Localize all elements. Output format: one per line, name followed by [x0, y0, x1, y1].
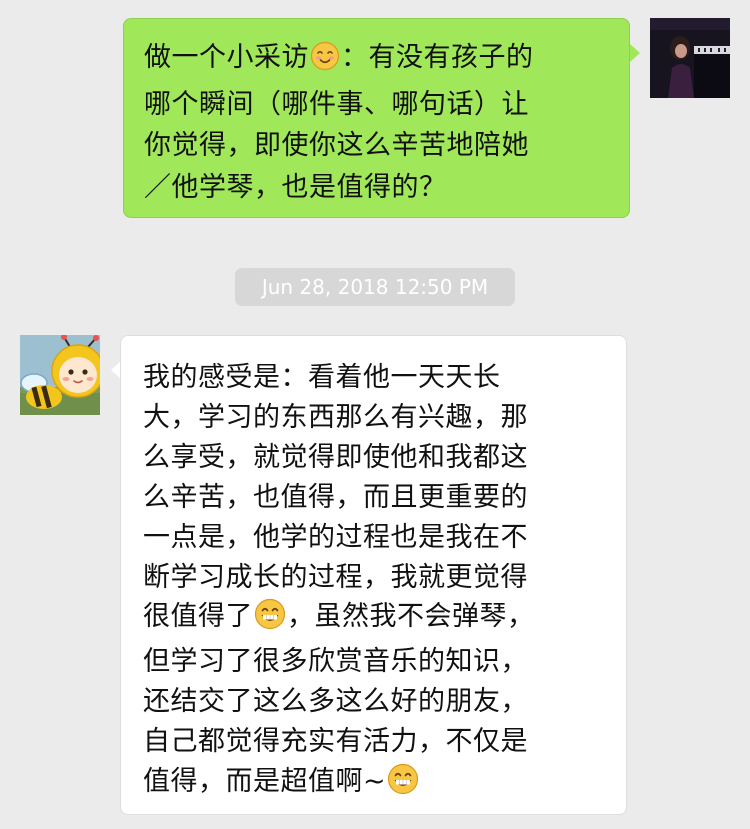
message-line: 但学习了很多欣赏音乐的知识， — [143, 646, 528, 678]
grin-emoji-icon — [387, 763, 419, 807]
grin-emoji-icon — [254, 598, 286, 642]
contact-avatar[interactable] — [20, 335, 100, 415]
message-line: 断学习成长的过程，我就更觉得 — [143, 561, 528, 593]
outgoing-bubble-tail — [630, 44, 640, 62]
message-timestamp: Jun 28, 2018 12:50 PM — [235, 268, 515, 306]
smile-emoji-icon — [310, 41, 340, 84]
bee-avatar-icon — [20, 335, 100, 415]
message-line: 做一个小采访 ：有没有孩子的 — [144, 37, 609, 84]
message-line: 你觉得，即使你这么辛苦地陪她 — [144, 130, 529, 161]
incoming-message-bubble[interactable]: 我的感受是：看着他一天天长 大，学习的东西那么有兴趣，那 么享受，就觉得即使他和… — [120, 335, 627, 815]
pianist-photo — [650, 18, 730, 98]
message-line: 哪个瞬间（哪件事、哪句话）让 — [144, 88, 529, 120]
message-line: 自己都觉得充实有活力，不仅是 — [143, 726, 528, 758]
sender-avatar[interactable] — [650, 18, 730, 98]
message-line: 大，学习的东西那么有兴趣，那 — [143, 401, 528, 433]
message-line: ／他学琴，也是值得的？ — [144, 171, 447, 203]
message-line: 还结交了这么多这么好的朋友， — [143, 686, 528, 718]
message-line: 值得，而是超值啊~ — [143, 762, 606, 807]
message-line: 一点是，他学的过程也是我在不 — [143, 521, 528, 553]
message-line: 我的感受是：看着他一天天长 — [143, 362, 501, 393]
outgoing-message-bubble[interactable]: 做一个小采访 ：有没有孩子的 哪个瞬间（哪件事、哪句话）让 你觉得，即使你这么辛苦… — [123, 18, 630, 218]
message-line: 么辛苦，也值得，而且更重要的 — [143, 481, 528, 513]
message-line: 很值得了 ，虽然我不会弹琴， — [143, 597, 606, 642]
message-line: 么享受，就觉得即使他和我都这 — [143, 441, 528, 473]
